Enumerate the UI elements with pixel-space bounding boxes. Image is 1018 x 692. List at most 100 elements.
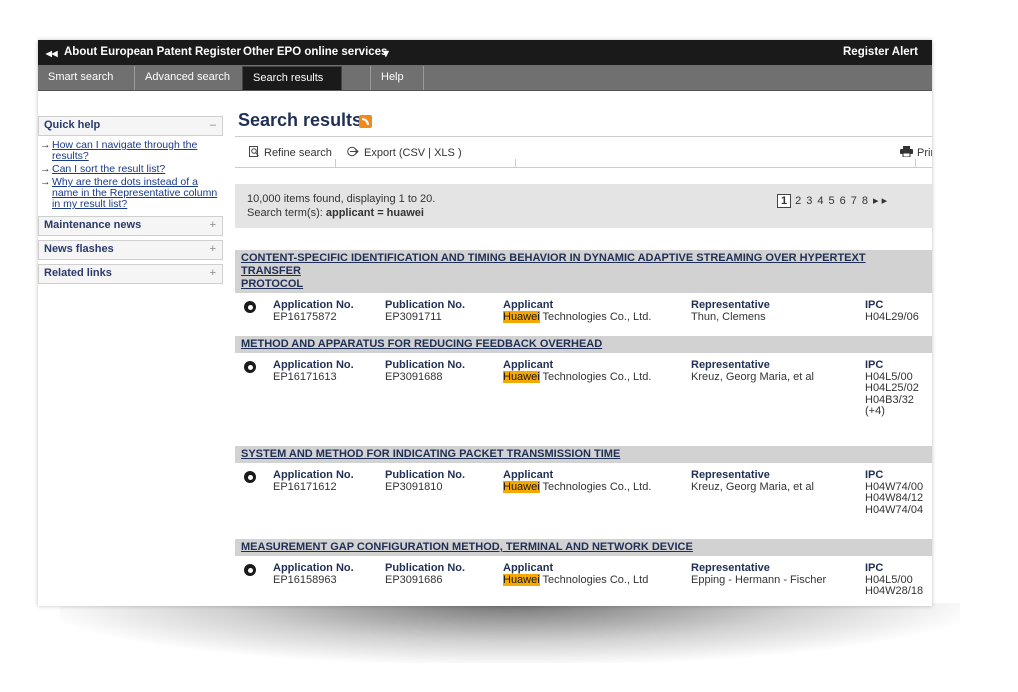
results-toolbar: Refine search Export (CSV | XLS ) Prin: [235, 136, 932, 168]
results-list: CONTENT-SPECIFIC IDENTIFICATION AND TIMI…: [235, 250, 932, 606]
quick-help-header[interactable]: Quick help –: [38, 116, 223, 136]
publication-label: Publication No.: [385, 562, 466, 574]
items-found-text: 10,000 items found, displaying 1 to 20.: [247, 193, 436, 205]
publication-number: EP3091688: [385, 370, 443, 383]
help-link-navigate[interactable]: How can I navigate through the results?: [52, 139, 197, 162]
export-button[interactable]: Export (CSV | XLS ): [347, 146, 462, 159]
news-flashes-title: News flashes: [44, 243, 114, 255]
result-title-line[interactable]: PROTOCOL: [241, 278, 303, 290]
help-link-dots[interactable]: Why are there dots instead of a name in …: [52, 176, 217, 210]
refine-search-button[interactable]: Refine search: [249, 146, 332, 159]
representative-label: Representative: [691, 299, 770, 311]
result-row: Application No. EP16158963 Publication No…: [235, 556, 932, 606]
register-alert-link[interactable]: Register Alert: [843, 46, 918, 58]
search-highlight: Huawei: [503, 370, 540, 383]
publication-label: Publication No.: [385, 469, 466, 481]
applicant-name: Huawei Technologies Co., Ltd.: [503, 370, 652, 384]
radio-circle-icon[interactable]: [244, 471, 256, 483]
collapse-icon[interactable]: –: [210, 117, 216, 134]
application-number: EP16175872: [273, 310, 337, 323]
sidebar: Quick help – → How can I navigate through…: [38, 116, 223, 288]
export-arrow-icon: [347, 146, 359, 157]
tab-search-results[interactable]: Search results: [242, 66, 342, 90]
related-links-title: Related links: [44, 267, 112, 279]
ipc-code: H04W84/12: [865, 492, 924, 504]
representative-name: Kreuz, Georg Maria, et al: [691, 480, 814, 493]
applicant-name-rest: Technologies Co., Ltd.: [539, 480, 652, 493]
applicant-name-rest: Technologies Co., Ltd: [539, 573, 649, 586]
chevron-down-icon[interactable]: ▾: [383, 46, 389, 60]
page-link[interactable]: 7: [851, 195, 857, 207]
arrow-right-icon: →: [40, 163, 51, 175]
main-tabs: Smart search Advanced search Search resu…: [38, 65, 932, 91]
expand-icon[interactable]: +: [210, 241, 216, 258]
maintenance-news-header[interactable]: Maintenance news +: [38, 216, 223, 236]
magnifier-page-icon: [249, 146, 259, 157]
result-row: Application No. EP16175872 Publication No…: [235, 293, 932, 336]
search-highlight: Huawei: [503, 573, 540, 586]
representative-name: Thun, Clemens: [691, 310, 766, 323]
publication-label: Publication No.: [385, 299, 466, 311]
related-links-header[interactable]: Related links +: [38, 264, 223, 284]
publication-number: EP3091686: [385, 573, 443, 586]
page-link[interactable]: 2: [795, 195, 801, 207]
search-term-value: applicant = huawei: [325, 207, 424, 219]
pagination: 1 2 3 4 5 6 7 8 ▸ ▸: [777, 194, 892, 208]
list-item: → Why are there dots instead of a name in…: [38, 177, 223, 210]
ipc-label: IPC: [865, 562, 884, 574]
search-term-text: Search term(s): applicant = huawei: [247, 207, 424, 219]
ipc-code: H04W28/18: [865, 585, 924, 597]
rss-feed-icon[interactable]: [359, 115, 372, 128]
applicant-name-rest: Technologies Co., Ltd.: [539, 370, 652, 383]
application-number: EP16171612: [273, 480, 337, 493]
tab-help[interactable]: Help: [370, 66, 424, 90]
other-services-menu[interactable]: Other EPO online services: [243, 46, 387, 58]
search-highlight: Huawei: [503, 480, 540, 493]
ipc-more[interactable]: (+4): [865, 405, 919, 418]
expand-icon[interactable]: +: [210, 265, 216, 282]
publication-number: EP3091711: [385, 310, 442, 323]
page-current[interactable]: 1: [777, 194, 792, 208]
page-link[interactable]: 8: [862, 195, 868, 207]
print-label: Prin: [917, 147, 932, 159]
application-label: Application No.: [273, 562, 354, 574]
result-title[interactable]: MEASUREMENT GAP CONFIGURATION METHOD, TE…: [235, 539, 932, 556]
ipc-code: H04L25/02: [865, 382, 919, 394]
next-page-icon[interactable]: ▸ ▸: [873, 195, 887, 207]
quick-help-list: → How can I navigate through the results?…: [38, 140, 223, 210]
news-flashes-header[interactable]: News flashes +: [38, 240, 223, 260]
tab-advanced-search[interactable]: Advanced search: [134, 66, 240, 90]
radio-circle-icon[interactable]: [244, 301, 256, 313]
result-title[interactable]: METHOD AND APPARATUS FOR REDUCING FEEDBA…: [235, 336, 932, 353]
representative-label: Representative: [691, 359, 770, 371]
page-link[interactable]: 3: [806, 195, 812, 207]
ipc-label: IPC: [865, 469, 884, 481]
maintenance-news-title: Maintenance news: [44, 219, 142, 231]
page-link[interactable]: 4: [817, 195, 823, 207]
application-number: EP16158963: [273, 573, 337, 586]
about-register-link[interactable]: About European Patent Register: [64, 46, 241, 58]
applicant-name: Huawei Technologies Co., Ltd.: [503, 480, 652, 494]
radio-circle-icon[interactable]: [244, 361, 256, 373]
results-summary: 10,000 items found, displaying 1 to 20. …: [235, 184, 932, 228]
applicant-name: Huawei Technologies Co., Ltd.: [503, 310, 651, 324]
arrow-right-icon: →: [40, 176, 51, 188]
expand-icon[interactable]: +: [210, 217, 216, 234]
print-button[interactable]: Prin: [900, 146, 932, 159]
page-link[interactable]: 5: [829, 195, 835, 207]
publication-label: Publication No.: [385, 359, 466, 371]
main-content: Search results Refine search Export (CSV…: [235, 110, 932, 597]
applicant-name: Huawei Technologies Co., Ltd: [503, 573, 649, 587]
tab-smart-search[interactable]: Smart search: [38, 66, 123, 90]
page-drop-shadow: [60, 603, 960, 663]
result-title[interactable]: SYSTEM AND METHOD FOR INDICATING PACKET …: [235, 446, 932, 463]
result-title-line[interactable]: CONTENT-SPECIFIC IDENTIFICATION AND TIMI…: [241, 252, 866, 277]
result-title[interactable]: CONTENT-SPECIFIC IDENTIFICATION AND TIMI…: [235, 250, 932, 293]
list-item: → How can I navigate through the results?: [38, 140, 223, 162]
result-row: Application No. EP16171613 Publication No…: [235, 353, 932, 446]
radio-circle-icon[interactable]: [244, 564, 256, 576]
help-link-sort[interactable]: Can I sort the result list?: [52, 163, 165, 175]
back-arrow-icon[interactable]: ◂◂: [46, 46, 58, 60]
ipc-code: H04W74/04: [865, 503, 924, 516]
page-link[interactable]: 6: [840, 195, 846, 207]
